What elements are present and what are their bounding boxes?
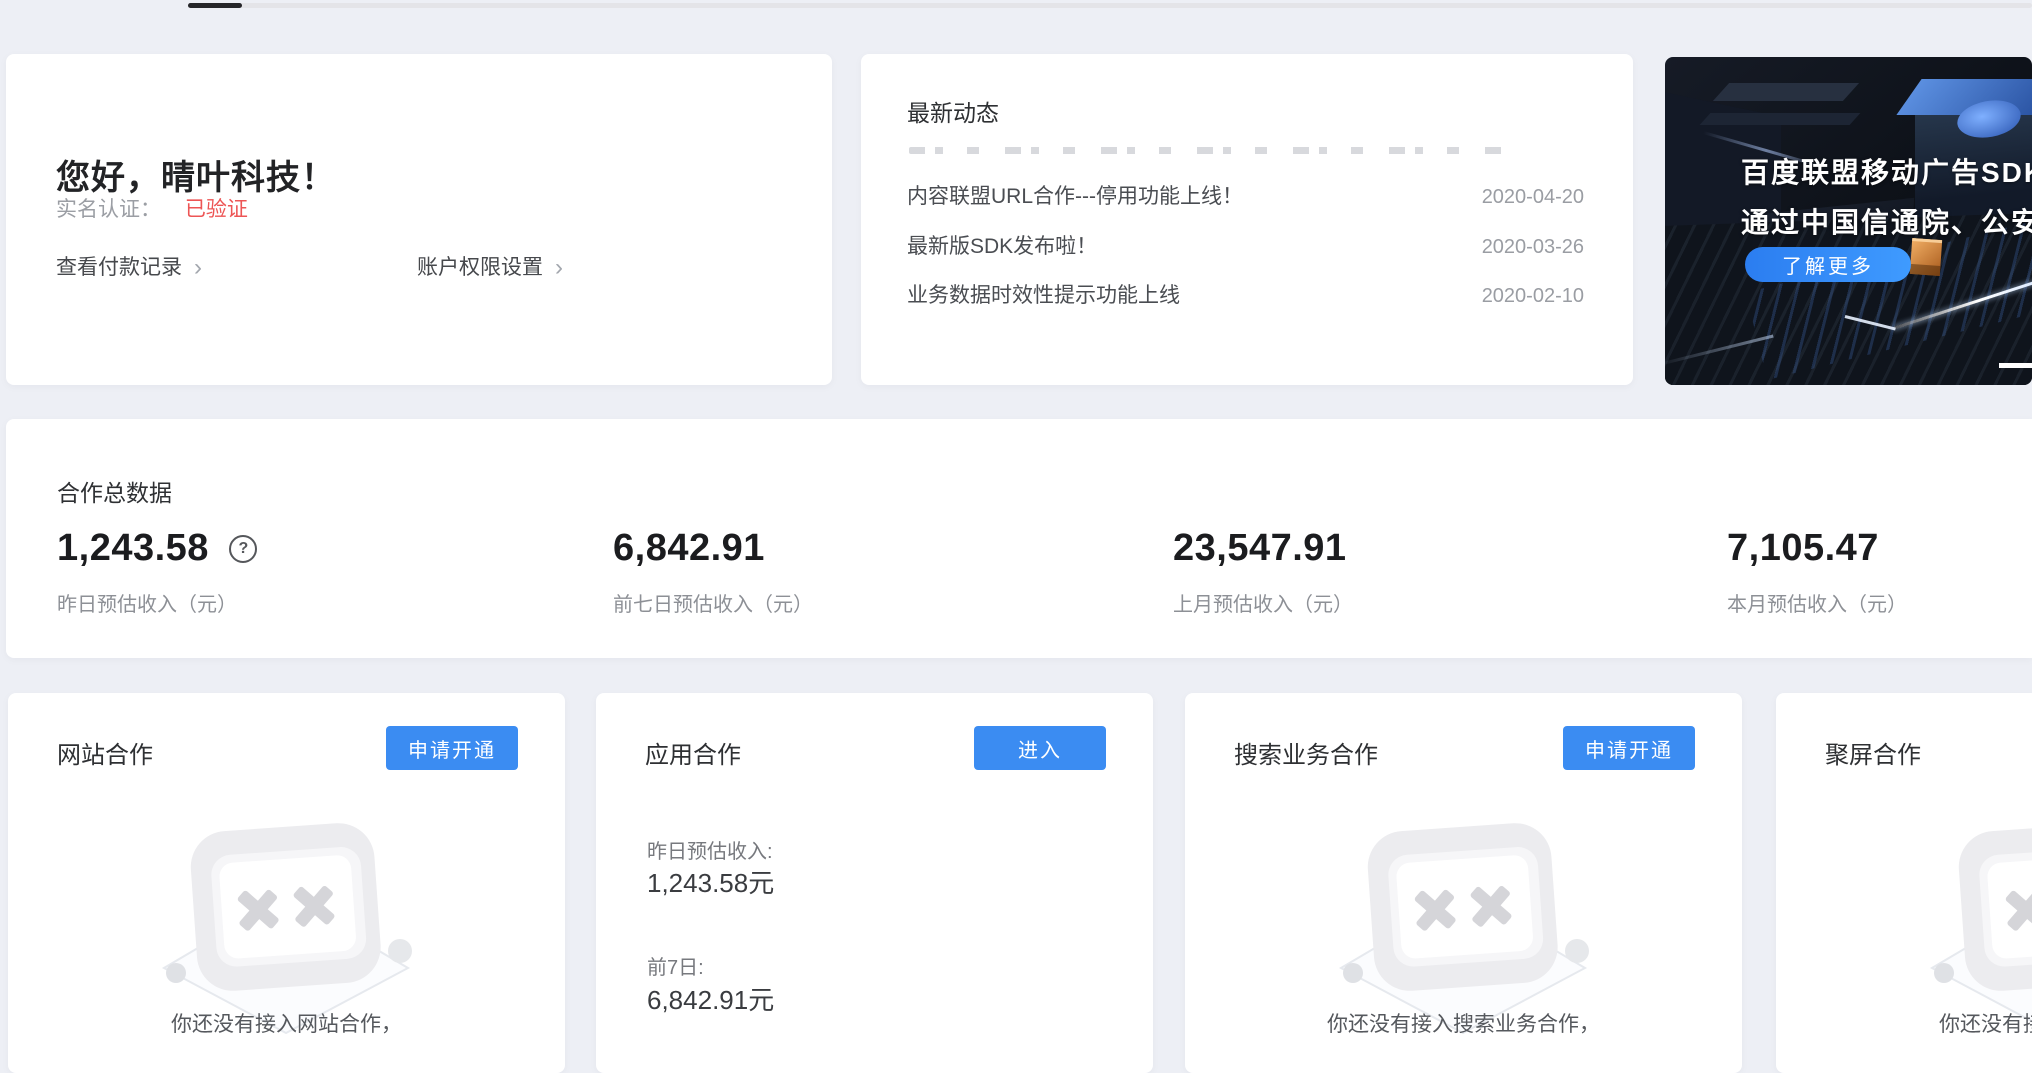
stat-value: 6,842.91	[613, 527, 765, 570]
news-item[interactable]: 最新版SDK发布啦！ 2020-03-26	[907, 230, 1584, 260]
news-item-title: 最新版SDK发布啦！	[907, 230, 1097, 260]
account-permission-link[interactable]: 账户权限设置 ›	[417, 251, 563, 282]
coop-card-title: 搜索业务合作	[1234, 735, 1378, 770]
empty-state-text: 你还没有接入网站合作，	[8, 1008, 565, 1038]
stat-value: 7,105.47	[1727, 527, 1879, 570]
promo-banner[interactable]: 百度联盟移动广告SDK 通过中国信通院、公安 了解更多	[1665, 57, 2032, 385]
coop-card-search: 搜索业务合作 申请开通 你还没有接入搜索业务合作，	[1185, 693, 1742, 1073]
apply-open-button[interactable]: 申请开通	[386, 726, 518, 770]
verify-label: 实名认证：	[56, 198, 161, 221]
chevron-right-icon: ›	[194, 254, 202, 281]
partially-scrolled-news-item	[909, 147, 1509, 154]
banner-headline-line1: 百度联盟移动广告SDK	[1741, 151, 2032, 191]
stat-lastmonth: 23,547.91 上月预估收入（元）	[1173, 527, 1353, 617]
coop-card-website: 网站合作 申请开通 你还没有接入网站合作，	[8, 693, 565, 1073]
news-item-date: 2020-03-26	[1482, 236, 1584, 259]
banner-decor-bar	[1700, 113, 1861, 125]
payment-records-label: 查看付款记录	[56, 256, 182, 279]
stat-last7days: 6,842.91 前七日预估收入（元）	[613, 527, 813, 617]
empty-state-text: 你还没有接入搜索业务合作，	[1185, 1008, 1742, 1038]
coop-card-juping: 聚屏合作 你还没有接入聚屏合作，	[1776, 693, 2032, 1073]
banner-decor-dash	[1999, 363, 2032, 368]
apply-open-button[interactable]: 申请开通	[1563, 726, 1695, 770]
coop-card-app: 应用合作 进入 昨日预估收入: 1,243.58元 前7日: 6,842.91元	[596, 693, 1153, 1073]
stat-label: 前七日预估收入（元）	[613, 588, 813, 617]
metric-value: 1,243.58元	[647, 863, 774, 900]
horizontal-scrollbar-thumb[interactable]	[188, 3, 242, 8]
stats-title: 合作总数据	[57, 474, 172, 508]
chevron-right-icon: ›	[555, 254, 563, 281]
metric-label: 昨日预估收入:	[647, 835, 773, 864]
news-item[interactable]: 业务数据时效性提示功能上线 2020-02-10	[907, 279, 1584, 309]
banner-decor-orange-cube	[1910, 238, 1942, 276]
horizontal-scrollbar[interactable]	[188, 3, 2032, 8]
greeting-card: 您好，晴叶科技！ 实名认证： 已验证 查看付款记录 › 账户权限设置 ›	[6, 54, 832, 385]
payment-records-link[interactable]: 查看付款记录 ›	[56, 251, 202, 282]
news-card: 最新动态 内容联盟URL合作---停用功能上线！ 2020-04-20 最新版S…	[861, 54, 1633, 385]
page-title: 您好，晴叶科技！	[56, 150, 336, 199]
enter-button[interactable]: 进入	[974, 726, 1106, 770]
news-item-date: 2020-02-10	[1482, 285, 1584, 308]
news-item[interactable]: 内容联盟URL合作---停用功能上线！ 2020-04-20	[907, 180, 1584, 210]
verify-status-badge: 已验证	[185, 198, 248, 221]
metric-label: 前7日:	[647, 951, 704, 980]
metric-value: 6,842.91元	[647, 980, 774, 1017]
coop-card-title: 应用合作	[645, 735, 741, 770]
stat-yesterday: 1,243.58 ? 昨日预估收入（元）	[57, 527, 257, 617]
stat-value: 1,243.58	[57, 527, 209, 570]
stat-label: 上月预估收入（元）	[1173, 588, 1353, 617]
empty-state-text: 你还没有接入聚屏合作，	[1776, 1008, 2032, 1038]
banner-headline-line2: 通过中国信通院、公安	[1741, 201, 2032, 241]
coop-card-title: 聚屏合作	[1825, 735, 1921, 770]
news-title: 最新动态	[907, 94, 999, 128]
verify-row: 实名认证： 已验证	[56, 193, 248, 223]
stat-thismonth: 7,105.47 本月预估收入（元）	[1727, 527, 1907, 617]
banner-decor-bar	[1713, 83, 1859, 101]
stat-label: 本月预估收入（元）	[1727, 588, 1907, 617]
learn-more-button[interactable]: 了解更多	[1745, 247, 1911, 282]
account-permission-label: 账户权限设置	[417, 256, 543, 279]
stat-value: 23,547.91	[1173, 527, 1347, 570]
coop-card-title: 网站合作	[57, 735, 153, 770]
help-icon[interactable]: ?	[229, 535, 257, 563]
news-item-date: 2020-04-20	[1482, 186, 1584, 209]
news-item-title: 业务数据时效性提示功能上线	[907, 279, 1180, 309]
stat-label: 昨日预估收入（元）	[57, 588, 257, 617]
news-item-title: 内容联盟URL合作---停用功能上线！	[907, 180, 1243, 210]
stats-panel: 合作总数据 1,243.58 ? 昨日预估收入（元） 6,842.91 前七日预…	[6, 419, 2032, 658]
